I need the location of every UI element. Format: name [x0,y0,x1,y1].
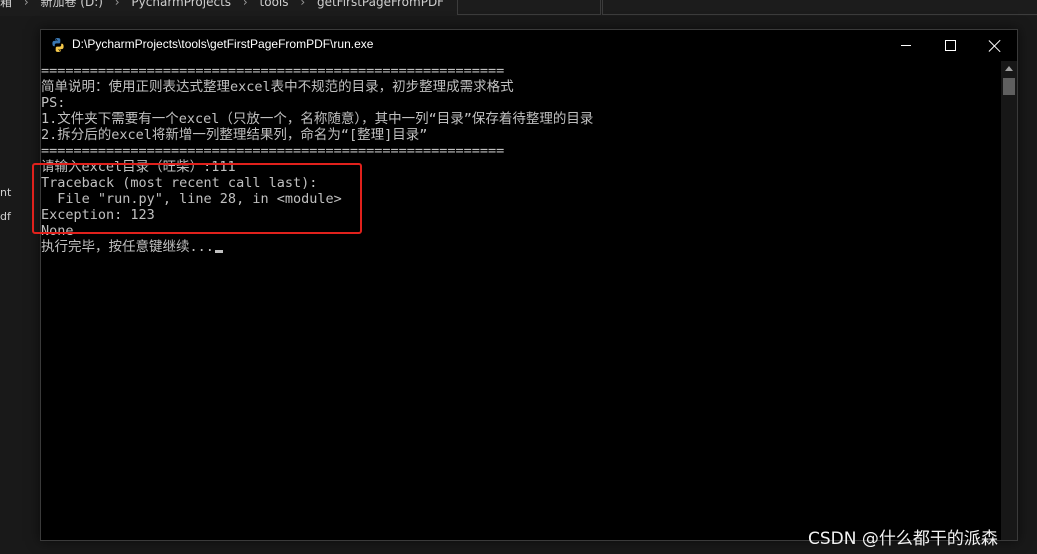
vertical-scrollbar[interactable] [1001,61,1017,540]
close-button[interactable] [972,30,1018,61]
console-line: 2.拆分后的excel将新增一列整理结果列，命名为“[整理]目录” [41,127,428,143]
console-line: 1.文件夹下需要有一个excel（只放一个，名称随意），其中一列“目录”保存着待… [41,111,594,127]
console-prompt-line: 执行完毕，按任意键继续... [41,239,223,255]
console-line: 执行完毕，按任意键继续... [41,239,214,255]
console-line: PS: [41,95,66,111]
console-line: ========================================… [41,143,505,159]
minimize-button[interactable] [883,30,929,61]
close-icon [989,40,1001,52]
console-output[interactable]: ========================================… [41,61,1001,540]
arrow-up-icon [1005,65,1013,71]
breadcrumb-item[interactable]: tools [260,0,289,9]
error-highlight-box [32,163,362,234]
maximize-icon [944,40,956,51]
watermark: CSDN @什么都干的派森 [808,529,998,549]
breadcrumb-item[interactable]: 新加卷 (D:) [40,0,102,9]
window-title: D:\PycharmProjects\tools\getFirstPageFro… [72,37,374,51]
console-line: 简单说明：使用正则表达式整理excel表中不规范的目录，初步整理成需求格式 [41,79,514,95]
maximize-button[interactable] [927,30,973,61]
scroll-up-button[interactable] [1001,61,1017,75]
breadcrumb: 箱 › 新加卷 (D:) › PycharmProjects › tools ›… [0,0,452,9]
breadcrumb-item[interactable]: 箱 [0,0,12,9]
title-bar[interactable]: D:\PycharmProjects\tools\getFirstPageFro… [41,30,1017,61]
explorer-search-input[interactable] [602,0,1037,15]
breadcrumb-item[interactable]: getFirstPageFromPDF [317,0,444,9]
breadcrumb-separator-icon: › [114,0,120,9]
scrollbar-thumb[interactable] [1003,78,1015,95]
minimize-icon [901,45,911,46]
python-icon [52,38,64,52]
breadcrumb-separator-icon: › [23,0,29,9]
refresh-button[interactable] [457,0,601,15]
console-window: D:\PycharmProjects\tools\getFirstPageFro… [40,29,1018,541]
breadcrumb-separator-icon: › [242,0,248,9]
text-cursor [214,250,223,253]
console-line: ========================================… [41,63,505,79]
file-list-item-label[interactable]: df [0,210,11,223]
explorer-address-bar: 箱 › 新加卷 (D:) › PycharmProjects › tools ›… [0,0,1037,16]
breadcrumb-separator-icon: › [300,0,306,9]
breadcrumb-item[interactable]: PycharmProjects [131,0,231,9]
file-list-item-label[interactable]: nt [0,186,11,199]
